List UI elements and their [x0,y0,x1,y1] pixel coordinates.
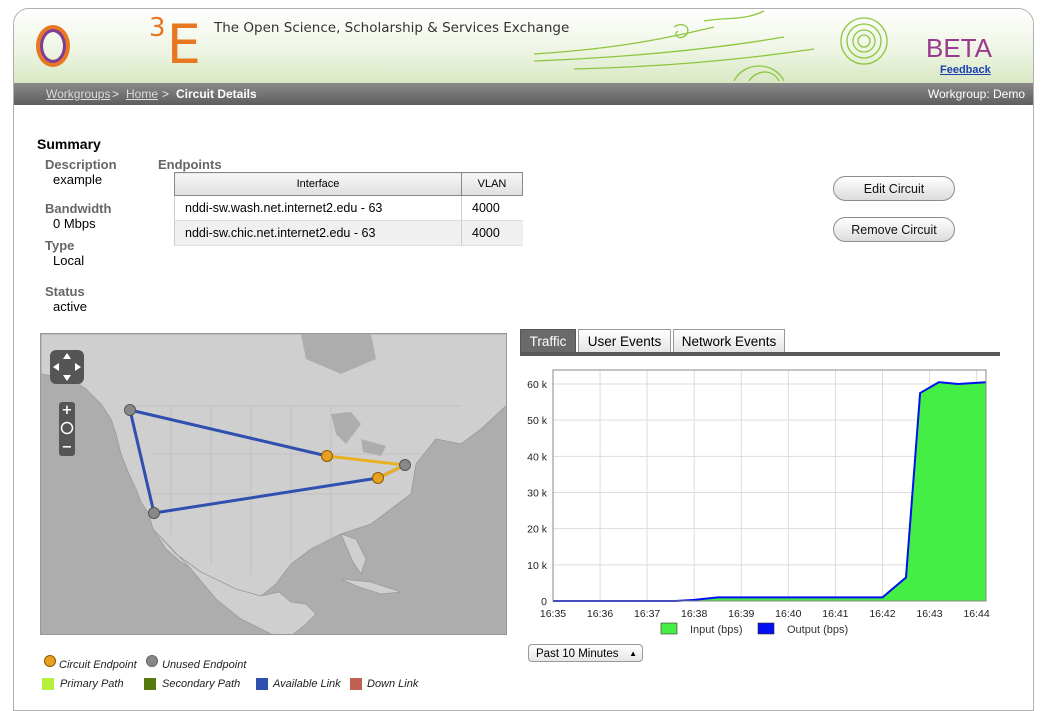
tab-network-events[interactable]: Network Events [673,329,785,352]
tab-underline [520,352,1000,356]
x-tick-label: 16:42 [869,608,895,620]
y-tick-label: 60 k [527,379,548,391]
available-link-swatch [256,678,268,690]
endpoints-title: Endpoints [158,157,222,172]
workgroup-label: Workgroup: Demo [927,87,1025,101]
output-legend-swatch [757,622,775,635]
summary-title: Summary [37,136,101,152]
map-canvas: + − [41,334,506,634]
feedback-link[interactable]: Feedback [940,64,991,76]
x-tick-label: 16:41 [822,608,848,620]
edit-circuit-button[interactable]: Edit Circuit [833,176,955,201]
description-value: example [53,172,103,187]
type-value: Local [53,253,85,268]
x-tick-label: 16:44 [963,608,989,620]
y-tick-label: 50 k [527,415,548,427]
logo-e-letter: E [166,13,203,76]
breadcrumb-home[interactable]: Home [126,87,158,101]
legend-primary-path: Primary Path [60,678,124,690]
column-header-interface: Interface [174,172,462,196]
table-row: nddi-sw.wash.net.internet2.edu - 63 4000 [174,195,523,221]
y-tick-label: 0 [541,596,547,608]
down-link-swatch [350,678,362,690]
circuit-endpoint-node[interactable] [321,450,333,462]
endpoints-table: Interface VLAN nddi-sw.wash.net.internet… [174,172,523,246]
description-label: Description [45,157,117,172]
breadcrumb: Workgroups > Home > Circuit Details Work… [14,83,1033,105]
logo-o-inner-icon [40,29,66,63]
zoom-in-icon[interactable]: + [62,403,73,418]
x-tick-label: 16:40 [775,608,801,620]
time-range-value: Past 10 Minutes [536,648,619,660]
traffic-chart-svg: 16:35 16:36 16:37 16:38 16:39 16:40 16:41 16:42… [527,369,990,636]
select-arrows-icon: ▲ [629,649,637,658]
tab-traffic[interactable]: Traffic [520,329,576,352]
interface-cell: nddi-sw.chic.net.internet2.edu - 63 [174,220,462,246]
y-tick-label: 40 k [527,451,548,463]
input-legend-swatch [660,622,678,635]
x-tick-label: 16:39 [728,608,754,620]
y-tick-label: 30 k [527,488,548,500]
vlan-cell: 4000 [461,195,523,221]
table-row: nddi-sw.chic.net.internet2.edu - 63 4000 [174,220,523,246]
unused-endpoint-icon [146,655,158,667]
site-tagline: The Open Science, Scholarship & Services… [214,20,570,36]
circuit-endpoint-node[interactable] [372,472,384,484]
input-legend-label: Input (bps) [690,624,743,636]
logo-superscript: 3 [149,13,166,43]
pan-control[interactable] [50,350,84,384]
time-range-select[interactable]: Past 10 Minutes ▲ [528,644,643,662]
legend-circuit-endpoint: Circuit Endpoint [59,659,137,671]
x-tick-label: 16:35 [540,608,566,620]
tab-user-events[interactable]: User Events [578,329,671,352]
legend-unused-endpoint: Unused Endpoint [162,659,247,671]
y-tick-label: 10 k [527,560,548,572]
interface-cell: nddi-sw.wash.net.internet2.edu - 63 [174,195,462,221]
network-map[interactable]: + − [40,333,507,635]
circuit-endpoint-icon [44,655,56,667]
x-tick-label: 16:38 [681,608,707,620]
status-value: active [53,299,87,314]
breadcrumb-current: Circuit Details [176,87,257,101]
bandwidth-label: Bandwidth [45,201,112,216]
site-header: OSE 3 The Open Science, Scholarship & Se… [14,9,1033,83]
breadcrumb-separator: > [162,87,170,101]
remove-circuit-button[interactable]: Remove Circuit [833,217,955,242]
legend-available-link: Available Link [273,678,341,690]
x-tick-label: 16:36 [587,608,613,620]
unused-endpoint-node[interactable] [148,507,160,519]
breadcrumb-separator: > [112,87,120,101]
unused-endpoint-node[interactable] [399,459,411,471]
output-legend-label: Output (bps) [787,624,848,636]
beta-label: BETA [926,33,992,63]
bandwidth-value: 0 Mbps [53,216,96,231]
primary-path-swatch [42,678,54,690]
zoom-control[interactable]: + − [59,402,75,456]
column-header-vlan: VLAN [461,172,523,196]
secondary-path-swatch [144,678,156,690]
type-label: Type [45,238,75,253]
traffic-chart: 16:35 16:36 16:37 16:38 16:39 16:40 16:41 16:42… [520,360,1000,640]
vlan-cell: 4000 [461,220,523,246]
logo: OSE [78,15,203,75]
legend-down-link: Down Link [367,678,419,690]
status-label: Status [45,284,85,299]
x-tick-label: 16:37 [634,608,660,620]
y-tick-label: 20 k [527,524,548,536]
x-tick-label: 16:43 [916,608,942,620]
unused-endpoint-node[interactable] [124,404,136,416]
zoom-out-icon[interactable]: − [62,440,73,455]
breadcrumb-workgroups[interactable]: Workgroups [46,87,110,101]
legend-secondary-path: Secondary Path [162,678,241,690]
